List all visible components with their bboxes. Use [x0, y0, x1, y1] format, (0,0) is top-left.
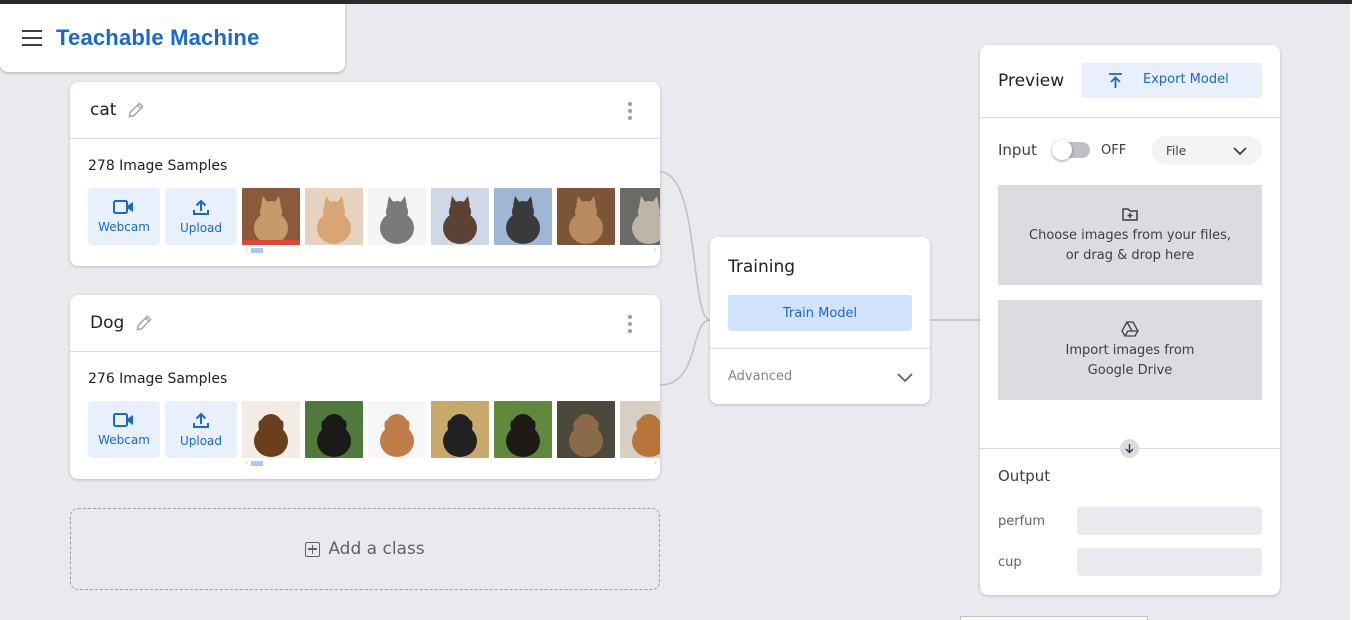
export-model-button[interactable]: Export Model [1081, 63, 1262, 98]
dog-sample-thumbnail[interactable] [620, 401, 660, 458]
dog-sample-thumbnail[interactable] [494, 401, 552, 458]
output-confidence-bar [1077, 507, 1262, 535]
cat-sample-thumbnail[interactable] [305, 188, 363, 245]
pencil-icon[interactable] [126, 100, 146, 120]
dog-sample-thumbnail[interactable] [242, 401, 300, 458]
more-options-icon[interactable] [624, 315, 636, 333]
upload-icon [193, 199, 209, 215]
input-label: Input [998, 141, 1037, 159]
cat-sample-thumbnail[interactable] [620, 188, 660, 245]
folder-add-icon [1122, 208, 1138, 221]
class-name[interactable]: Dog [90, 313, 124, 333]
class-card-dog: Dog 276 Image Samples Webcam Upload ‹ › [70, 295, 660, 479]
toggle-knob [1052, 140, 1072, 160]
scroll-right-icon[interactable]: › [654, 459, 657, 467]
webcam-label: Webcam [98, 433, 150, 447]
class-name[interactable]: cat [90, 100, 116, 120]
drive-line1: Import images from [1065, 343, 1195, 358]
output-label: perfum [998, 513, 1046, 529]
sample-row: Webcam Upload [88, 401, 660, 458]
class-card-header: cat [70, 82, 660, 139]
output-label: cup [998, 554, 1022, 570]
upload-button[interactable]: Upload [165, 188, 237, 245]
scroll-left-icon[interactable]: ‹ [245, 459, 248, 467]
scroll-right-icon[interactable]: › [654, 246, 657, 254]
training-card: Training Train Model Advanced [710, 237, 930, 404]
webcam-icon [113, 413, 133, 427]
file-drop-zone[interactable]: Choose images from your files, or drag &… [998, 185, 1262, 285]
app-header: Teachable Machine [0, 4, 345, 72]
export-icon [1109, 73, 1122, 88]
cat-sample-thumbnail[interactable] [557, 188, 615, 245]
dog-sample-thumbnail[interactable] [557, 401, 615, 458]
training-title: Training [728, 257, 796, 277]
input-toggle[interactable] [1052, 140, 1090, 160]
samples-count: 278 Image Samples [88, 158, 228, 174]
advanced-toggle[interactable]: Advanced [710, 348, 930, 404]
output-title: Output [998, 467, 1051, 485]
output-confidence-bar [1077, 548, 1262, 576]
export-model-label: Export Model [1143, 72, 1229, 87]
output-row: cup [998, 548, 1262, 576]
dog-sample-thumbnail[interactable] [305, 401, 363, 458]
advanced-label: Advanced [728, 369, 793, 384]
chevron-down-icon [1233, 147, 1247, 156]
app-title: Teachable Machine [56, 25, 260, 50]
add-class-label: Add a class [328, 539, 425, 559]
webcam-icon [113, 200, 133, 214]
cat-sample-thumbnail[interactable] [368, 188, 426, 245]
google-drive-import[interactable]: Import images from Google Drive [998, 300, 1262, 400]
dog-sample-thumbnail[interactable] [431, 401, 489, 458]
chevron-down-icon [897, 373, 913, 383]
upload-icon [193, 412, 209, 428]
upload-label: Upload [179, 434, 223, 448]
cat-sample-thumbnail[interactable] [242, 188, 300, 245]
cat-sample-thumbnail[interactable] [494, 188, 552, 245]
output-row: perfum [998, 507, 1262, 535]
sample-row: Webcam Upload [88, 188, 660, 245]
add-class-button[interactable]: Add a class [70, 508, 660, 590]
connector-dog-to-training [659, 319, 711, 386]
samples-count: 276 Image Samples [88, 371, 228, 387]
scroll-thumb[interactable] [251, 248, 263, 253]
bottom-panel-edge [960, 616, 1148, 620]
class-card-cat: cat 278 Image Samples Webcam Upload ‹ › [70, 82, 660, 266]
train-model-button[interactable]: Train Model [728, 295, 912, 331]
input-source-select[interactable]: File [1152, 136, 1262, 165]
connector-cat-to-training [659, 171, 711, 321]
pencil-icon[interactable] [134, 313, 154, 333]
arrow-down-icon [1120, 439, 1139, 458]
google-drive-icon [1121, 321, 1139, 337]
upload-button[interactable]: Upload [165, 401, 237, 458]
thumbnail-scrollbar[interactable]: ‹ › [245, 246, 657, 254]
class-card-header: Dog [70, 295, 660, 352]
dog-sample-thumbnail[interactable] [368, 401, 426, 458]
webcam-button[interactable]: Webcam [88, 401, 160, 458]
scroll-thumb[interactable] [251, 461, 263, 466]
drive-line2: Google Drive [1087, 363, 1173, 378]
more-options-icon[interactable] [624, 102, 636, 120]
input-source-value: File [1166, 143, 1187, 158]
upload-label: Upload [179, 221, 223, 235]
webcam-label: Webcam [98, 220, 150, 234]
toggle-state: OFF [1101, 143, 1127, 158]
add-box-icon [305, 541, 321, 557]
hamburger-menu-icon[interactable] [22, 30, 42, 46]
thumbnail-scrollbar[interactable]: ‹ › [245, 459, 657, 467]
scroll-left-icon[interactable]: ‹ [245, 246, 248, 254]
cat-sample-thumbnail[interactable] [431, 188, 489, 245]
preview-header: Preview Export Model [980, 45, 1280, 118]
webcam-button[interactable]: Webcam [88, 188, 160, 245]
preview-panel: Preview Export Model Input OFF File Choo… [980, 45, 1280, 595]
preview-title: Preview [998, 71, 1065, 91]
drop-files-line2: or drag & drop here [1065, 248, 1195, 263]
drop-files-line1: Choose images from your files, [1029, 228, 1231, 243]
